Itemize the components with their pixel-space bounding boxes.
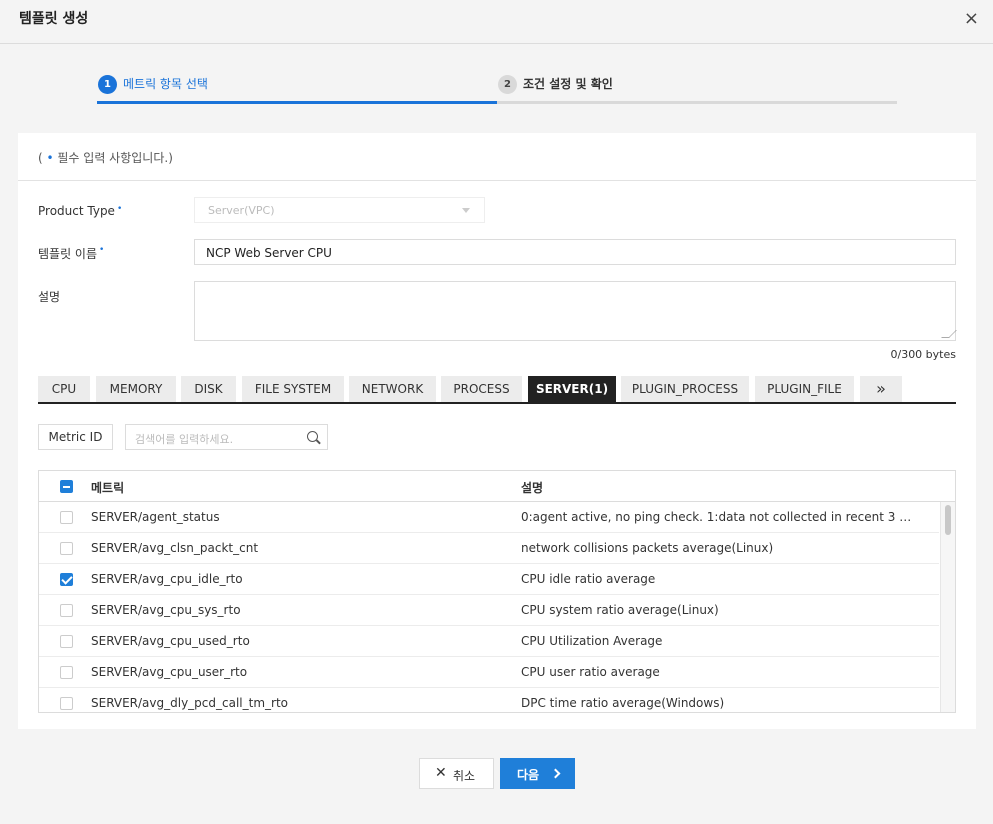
chevron-right-icon xyxy=(550,768,561,779)
step-number: 2 xyxy=(498,75,517,94)
row-checkbox[interactable] xyxy=(60,635,73,648)
tab-disk[interactable]: DISK xyxy=(181,376,236,402)
metric-cell: SERVER/agent_status xyxy=(91,510,220,524)
metric-search: Metric ID 검색어를 입력하세요. xyxy=(38,424,328,450)
row-checkbox[interactable] xyxy=(60,542,73,555)
tab-plugin-file[interactable]: PLUGIN_FILE xyxy=(755,376,854,402)
next-label: 다음 xyxy=(517,768,540,782)
step-2[interactable]: 2 조건 설정 및 확인 xyxy=(497,70,897,104)
metric-cell: SERVER/avg_clsn_packt_cnt xyxy=(91,541,259,555)
row-checkbox[interactable] xyxy=(60,604,73,617)
description-label: 설명 xyxy=(38,290,61,304)
tab-file-system[interactable]: FILE SYSTEM xyxy=(242,376,344,402)
description-cell: CPU system ratio average(Linux) xyxy=(521,603,719,617)
resize-handle-icon[interactable] xyxy=(941,330,957,338)
chevron-down-icon xyxy=(462,208,470,213)
product-type-select[interactable]: Server(VPC) xyxy=(194,197,485,223)
dialog-header: 템플릿 생성 × xyxy=(0,0,993,44)
stepper: 1 메트릭 항목 선택 2 조건 설정 및 확인 xyxy=(97,70,897,104)
table-row[interactable]: SERVER/avg_clsn_packt_cnt network collis… xyxy=(39,533,939,564)
tab-memory[interactable]: MEMORY xyxy=(96,376,176,402)
product-type-value: Server(VPC) xyxy=(208,204,275,217)
tab-server[interactable]: SERVER(1) xyxy=(528,376,616,402)
description-textarea[interactable] xyxy=(194,281,957,341)
table-row[interactable]: SERVER/avg_cpu_user_rto CPU user ratio a… xyxy=(39,657,939,688)
tab-cpu[interactable]: CPU xyxy=(38,376,90,402)
required-marker-icon: • xyxy=(116,204,123,214)
metric-table: 메트릭 설명 SERVER/agent_status 0:agent activ… xyxy=(38,470,956,713)
description-cell: CPU idle ratio average xyxy=(521,572,656,586)
table-row[interactable]: SERVER/avg_cpu_used_rto CPU Utilization … xyxy=(39,626,939,657)
metric-cell: SERVER/avg_cpu_used_rto xyxy=(91,634,250,648)
description-cell: DPC time ratio average(Windows) xyxy=(521,696,725,710)
close-icon[interactable]: × xyxy=(964,9,979,29)
table-row[interactable]: SERVER/avg_dly_pcd_call_tm_rto DPC time … xyxy=(39,688,939,712)
template-name-label: 템플릿 이름 • xyxy=(38,245,105,261)
close-icon: ✕ xyxy=(435,765,447,781)
tab-process[interactable]: PROCESS xyxy=(441,376,522,402)
product-type-label: Product Type • xyxy=(38,204,123,218)
form-card: ( • 필수 입력 사항입니다.) Product Type • Server(V… xyxy=(18,133,976,729)
required-note: ( • 필수 입력 사항입니다.) xyxy=(38,151,173,165)
step-1[interactable]: 1 메트릭 항목 선택 xyxy=(97,70,497,104)
column-header-description: 설명 xyxy=(521,481,544,495)
template-name-input[interactable]: NCP Web Server CPU xyxy=(194,239,956,265)
row-checkbox[interactable] xyxy=(60,573,73,586)
row-checkbox[interactable] xyxy=(60,666,73,679)
tab-more-icon[interactable]: » xyxy=(860,376,902,402)
required-dot-icon: • xyxy=(46,151,54,165)
description-cell: network collisions packets average(Linux… xyxy=(521,541,774,555)
search-placeholder: 검색어를 입력하세요. xyxy=(135,433,234,446)
metric-cell: SERVER/avg_cpu_idle_rto xyxy=(91,572,243,586)
next-button[interactable]: 다음 xyxy=(500,758,575,789)
search-icon[interactable] xyxy=(307,431,318,442)
select-all-checkbox[interactable] xyxy=(60,480,73,493)
step-number: 1 xyxy=(98,75,117,94)
dialog-title: 템플릿 생성 xyxy=(19,11,89,27)
description-cell: CPU user ratio average xyxy=(521,665,660,679)
step-label: 메트릭 항목 선택 xyxy=(123,77,208,91)
table-row[interactable]: SERVER/avg_cpu_sys_rto CPU system ratio … xyxy=(39,595,939,626)
row-checkbox[interactable] xyxy=(60,697,73,710)
metric-cell: SERVER/avg_cpu_user_rto xyxy=(91,665,248,679)
tab-network[interactable]: NETWORK xyxy=(349,376,436,402)
metric-cell: SERVER/avg_cpu_sys_rto xyxy=(91,603,241,617)
description-cell: 0:agent active, no ping check. 1:data no… xyxy=(521,510,921,524)
step-label: 조건 설정 및 확인 xyxy=(523,77,613,91)
search-field-select[interactable]: Metric ID xyxy=(38,424,113,450)
row-checkbox[interactable] xyxy=(60,511,73,524)
table-header: 메트릭 설명 xyxy=(39,471,955,502)
scrollbar-thumb[interactable] xyxy=(945,505,951,535)
column-header-metric: 메트릭 xyxy=(91,481,125,495)
metric-tabs: CPU MEMORY DISK FILE SYSTEM NETWORK PROC… xyxy=(38,376,956,404)
byte-counter: 0/300 bytes xyxy=(890,348,956,361)
metric-cell: SERVER/avg_dly_pcd_call_tm_rto xyxy=(91,696,289,710)
divider xyxy=(18,180,976,181)
tab-plugin-process[interactable]: PLUGIN_PROCESS xyxy=(621,376,749,402)
description-cell: CPU Utilization Average xyxy=(521,634,663,648)
cancel-label: 취소 xyxy=(453,769,476,783)
table-scrollbar[interactable] xyxy=(940,502,955,712)
table-row[interactable]: SERVER/agent_status 0:agent active, no p… xyxy=(39,502,939,533)
search-input[interactable]: 검색어를 입력하세요. xyxy=(125,424,328,450)
required-marker-icon: • xyxy=(99,245,105,255)
table-row[interactable]: SERVER/avg_cpu_idle_rto CPU idle ratio a… xyxy=(39,564,939,595)
cancel-button[interactable]: ✕ 취소 xyxy=(419,758,494,789)
